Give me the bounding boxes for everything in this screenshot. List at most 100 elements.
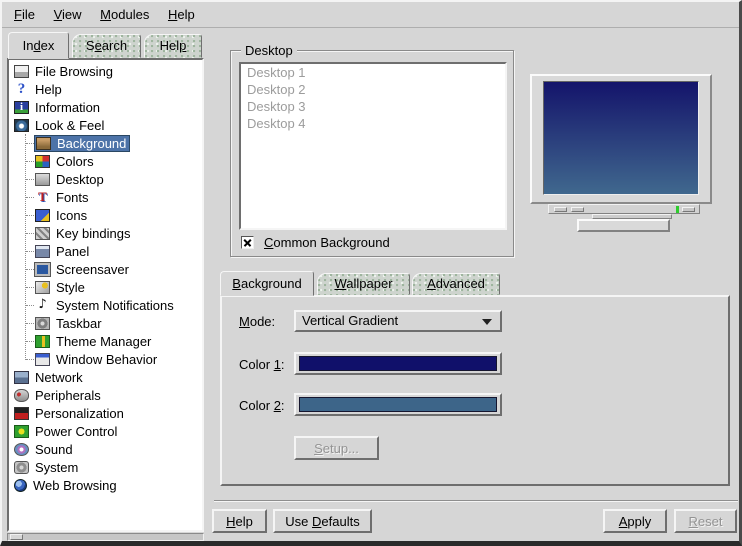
sidebar-item-label: Window Behavior	[56, 352, 157, 367]
sidebar-item-screensaver[interactable]: Screensaver	[9, 260, 202, 278]
sidebar-item-fonts[interactable]: Fonts	[9, 188, 202, 206]
sidebar-item-style[interactable]: Style	[9, 278, 202, 296]
monitor-button-3	[682, 207, 695, 212]
mode-label: Mode:	[239, 314, 275, 330]
color2-button[interactable]	[294, 393, 502, 416]
sidebar-item-panel[interactable]: Panel	[9, 242, 202, 260]
sidebar-item-system-notifications[interactable]: System Notifications	[9, 296, 202, 314]
sidebar-hscrollbar[interactable]	[7, 533, 204, 541]
sidebar-item-label: System Notifications	[56, 298, 174, 313]
sidebar-item-icons[interactable]: Icons	[9, 206, 202, 224]
sidebar-item-network[interactable]: Network	[9, 368, 202, 386]
desktop-listbox[interactable]: Desktop 1Desktop 2Desktop 3Desktop 4	[239, 62, 507, 230]
desktop-list-item: Desktop 3	[241, 98, 505, 115]
sidebar-item-system[interactable]: System	[9, 458, 202, 476]
sidebar-item-sound[interactable]: Sound	[9, 440, 202, 458]
color1-label: Color 1:	[239, 357, 285, 373]
sidebar-item-personalization[interactable]: Personalization	[9, 404, 202, 422]
monitor-power-led	[676, 206, 679, 213]
sidebar-tab-search[interactable]: Search	[72, 34, 141, 58]
sidebar-item-theme-manager[interactable]: Theme Manager	[9, 332, 202, 350]
power-control-icon	[14, 425, 29, 438]
sidebar-item-label: Peripherals	[35, 388, 101, 403]
sidebar-item-information[interactable]: Information	[9, 98, 202, 116]
common-background-label: Common Background	[264, 235, 390, 250]
sidebar-item-desktop[interactable]: Desktop	[9, 170, 202, 188]
sidebar-item-background[interactable]: Background	[9, 134, 202, 152]
settings-tab-background[interactable]: Background	[220, 271, 314, 296]
sidebar-item-label: Information	[35, 100, 100, 115]
peripherals-icon	[14, 389, 29, 402]
sidebar-item-peripherals[interactable]: Peripherals	[9, 386, 202, 404]
menu-help[interactable]: Help	[162, 2, 201, 27]
system-icon	[14, 461, 29, 474]
desktop-groupbox-title: Desktop	[241, 43, 297, 58]
settings-tab-wallpaper[interactable]: Wallpaper	[317, 273, 410, 295]
menu-file[interactable]: File	[8, 2, 41, 27]
chevron-down-icon	[482, 319, 492, 325]
sidebar-tab-help[interactable]: Help	[144, 34, 202, 58]
sidebar-item-label: Power Control	[35, 424, 117, 439]
sidebar-tab-index[interactable]: Index	[8, 32, 69, 59]
web-browsing-icon	[14, 479, 27, 492]
sidebar-item-colors[interactable]: Colors	[9, 152, 202, 170]
colors-icon	[35, 155, 50, 168]
sidebar-tree[interactable]: File Browsing Help InformationLook & FeelB…	[7, 58, 204, 532]
kde-control-center-window: File View Modules Help Index Search Help…	[0, 0, 742, 546]
sidebar-item-power-control[interactable]: Power Control	[9, 422, 202, 440]
personalization-icon	[14, 407, 29, 420]
sidebar-item-label: System	[35, 460, 78, 475]
sidebar-item-label: Web Browsing	[33, 478, 117, 493]
sidebar-item-label: Personalization	[35, 406, 124, 421]
help-button[interactable]: Help	[212, 509, 267, 533]
color2-swatch-fill	[299, 397, 497, 412]
sidebar-item-label: Sound	[35, 442, 73, 457]
setup-button: Setup...	[294, 436, 379, 460]
sidebar-item-key-bindings[interactable]: Key bindings	[9, 224, 202, 242]
sidebar-item-label: File Browsing	[35, 64, 113, 79]
sidebar-item-window-behavior[interactable]: Window Behavior	[9, 350, 202, 368]
sidebar-item-label: Desktop	[56, 172, 104, 187]
sidebar-item-label: Screensaver	[56, 262, 129, 277]
monitor-control-strip	[548, 204, 700, 214]
common-background-checkbox[interactable]	[241, 236, 254, 249]
monitor-base	[577, 219, 670, 232]
apply-button[interactable]: Apply	[603, 509, 667, 533]
sidebar-item-label: Help	[35, 82, 62, 97]
color1-button[interactable]	[294, 352, 502, 375]
sidebar-hscrollbar-thumb[interactable]	[10, 534, 23, 540]
menu-modules[interactable]: Modules	[94, 2, 155, 27]
settings-tab-advanced[interactable]: Advanced	[412, 273, 500, 295]
reset-button: Reset	[674, 509, 737, 533]
mode-select[interactable]: Vertical Gradient	[294, 310, 502, 332]
monitor-button-1	[554, 207, 567, 212]
key-bindings-icon	[35, 227, 50, 240]
fonts-icon	[35, 191, 50, 204]
mode-select-value: Vertical Gradient	[302, 313, 398, 328]
monitor-button-2	[571, 207, 584, 212]
window-behavior-icon	[35, 353, 50, 366]
use-defaults-button[interactable]: Use Defaults	[273, 509, 372, 533]
information-icon	[14, 101, 29, 114]
sidebar-item-help[interactable]: Help	[9, 80, 202, 98]
sidebar-item-label: Style	[56, 280, 85, 295]
sidebar-item-file-browsing[interactable]: File Browsing	[9, 62, 202, 80]
common-background-row[interactable]: Common Background	[241, 235, 390, 250]
monitor-screen-preview	[543, 81, 699, 195]
sidebar-item-label: Panel	[56, 244, 89, 259]
menu-view[interactable]: View	[48, 2, 88, 27]
sidebar-item-label: Taskbar	[56, 316, 102, 331]
sidebar-item-web-browsing[interactable]: Web Browsing	[9, 476, 202, 494]
color2-label: Color 2:	[239, 398, 285, 414]
file-browsing-icon	[14, 65, 29, 78]
screensaver-icon	[35, 263, 50, 276]
sidebar-item-label: Theme Manager	[56, 334, 151, 349]
style-icon	[35, 281, 50, 294]
desktop-icon	[35, 173, 50, 186]
background-settings-panel: Mode: Vertical Gradient Color 1: Color 2…	[220, 295, 730, 486]
sidebar-item-look-feel[interactable]: Look & Feel	[9, 116, 202, 134]
sidebar-item-taskbar[interactable]: Taskbar	[9, 314, 202, 332]
help-icon	[14, 83, 29, 96]
sound-icon	[14, 443, 29, 456]
sidebar-item-label: Network	[35, 370, 83, 385]
